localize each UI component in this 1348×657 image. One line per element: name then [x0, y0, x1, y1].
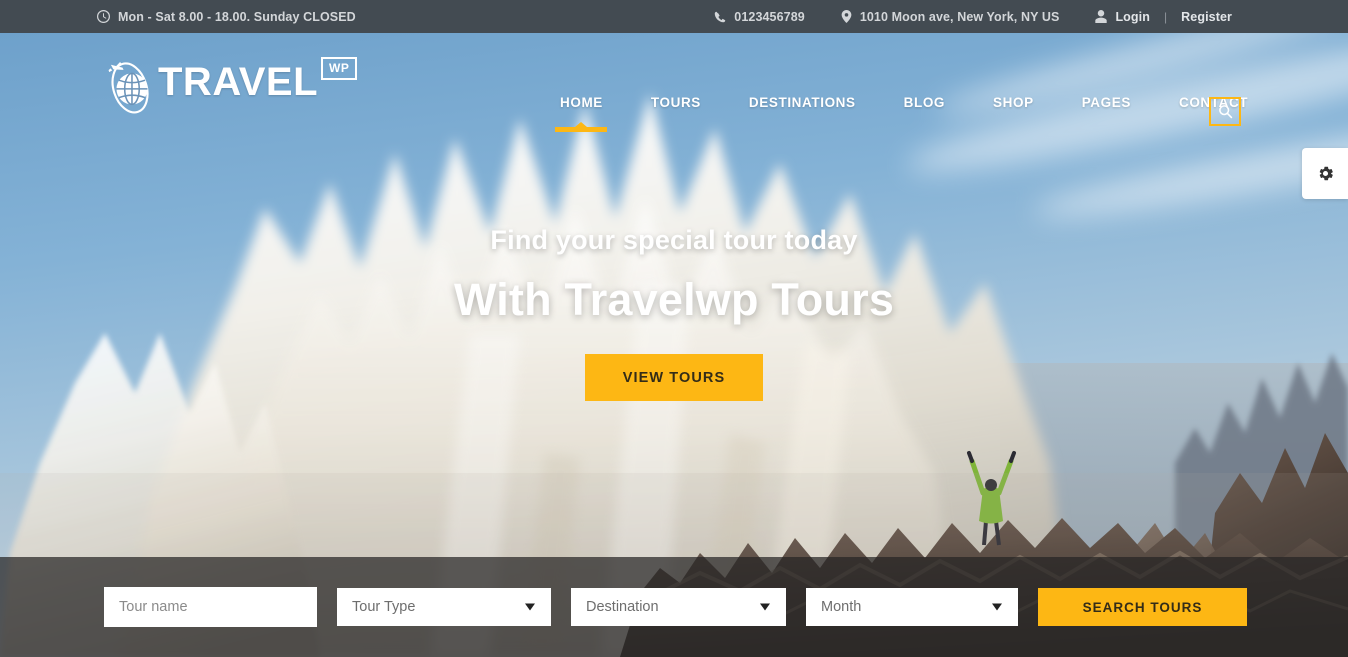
top-info-bar: Mon - Sat 8.00 - 18.00. Sunday CLOSED 01…	[0, 0, 1348, 33]
main-navigation: HOME TOURS DESTINATIONS BLOG SHOP PAGES …	[555, 95, 1248, 132]
nav-active-indicator	[555, 127, 608, 132]
search-tours-button[interactable]: SEARCH TOURS	[1038, 588, 1247, 626]
view-tours-button[interactable]: VIEW TOURS	[584, 354, 764, 401]
address-info[interactable]: 1010 Moon ave, New York, NY US	[841, 10, 1060, 24]
gear-icon	[1319, 166, 1333, 181]
address-text: 1010 Moon ave, New York, NY US	[859, 9, 1060, 24]
phone-info[interactable]: 0123456789	[714, 10, 805, 24]
map-pin-icon	[841, 10, 852, 23]
settings-toggle-panel[interactable]	[1302, 148, 1348, 199]
destination-value: Destination	[586, 599, 659, 615]
hero-title: With Travelwp Tours	[453, 274, 895, 325]
tour-type-value: Tour Type	[352, 599, 416, 615]
search-icon	[1218, 105, 1232, 119]
phone-number: 0123456789	[734, 9, 805, 24]
clock-icon	[97, 10, 110, 23]
tour-search-form: Tour Type Destination Month SEARCH TOURS	[0, 557, 1348, 657]
site-logo[interactable]: TRAVEL WP	[100, 53, 358, 114]
nav-item-home[interactable]: HOME	[555, 95, 608, 132]
tour-name-input[interactable]	[104, 586, 317, 627]
account-links: Login | Register	[1095, 10, 1232, 24]
topbar-right-group: 0123456789 1010 Moon ave, New York, NY U…	[714, 10, 1232, 24]
page-root: Mon - Sat 8.00 - 18.00. Sunday CLOSED 01…	[0, 0, 1348, 657]
logo-wp-badge: WP	[321, 57, 358, 80]
tour-name-field[interactable]	[104, 586, 317, 627]
nav-label-pages: PAGES	[1081, 95, 1131, 110]
hero-content: Find your special tour today With Travel…	[0, 225, 1348, 401]
month-value: Month	[821, 599, 862, 615]
chevron-down-icon	[992, 603, 1002, 611]
nav-label-tours: TOURS	[650, 95, 701, 110]
nav-label-destinations: DESTINATIONS	[748, 95, 856, 110]
user-icon	[1095, 10, 1108, 23]
globe-airplane-icon	[108, 61, 149, 114]
tour-type-select[interactable]: Tour Type	[337, 588, 551, 626]
hero-subtitle: Find your special tour today	[490, 225, 858, 255]
login-link[interactable]: Login	[1115, 10, 1150, 24]
phone-icon	[714, 11, 726, 23]
register-link[interactable]: Register	[1181, 10, 1232, 24]
header-search-button[interactable]	[1209, 97, 1241, 126]
chevron-down-icon	[525, 603, 535, 611]
nav-item-shop[interactable]: SHOP	[993, 95, 1034, 128]
site-header: TRAVEL WP HOME TOURS DESTINATIONS BLOG S…	[0, 33, 1348, 132]
topbar-left-group: Mon - Sat 8.00 - 18.00. Sunday CLOSED	[97, 10, 356, 24]
account-separator: |	[1163, 9, 1168, 24]
opening-hours-text: Mon - Sat 8.00 - 18.00. Sunday CLOSED	[118, 9, 356, 24]
opening-hours: Mon - Sat 8.00 - 18.00. Sunday CLOSED	[97, 10, 356, 24]
nav-label-shop: SHOP	[993, 95, 1034, 110]
nav-item-destinations[interactable]: DESTINATIONS	[749, 95, 856, 128]
logo-text: TRAVEL	[158, 60, 319, 104]
nav-item-pages[interactable]: PAGES	[1082, 95, 1131, 128]
nav-label-home: HOME	[560, 95, 603, 110]
nav-label-blog: BLOG	[903, 95, 946, 110]
nav-item-tours[interactable]: TOURS	[651, 95, 701, 128]
chevron-down-icon	[760, 603, 770, 611]
nav-item-blog[interactable]: BLOG	[904, 95, 945, 128]
month-select[interactable]: Month	[806, 588, 1018, 626]
destination-select[interactable]: Destination	[571, 588, 786, 626]
